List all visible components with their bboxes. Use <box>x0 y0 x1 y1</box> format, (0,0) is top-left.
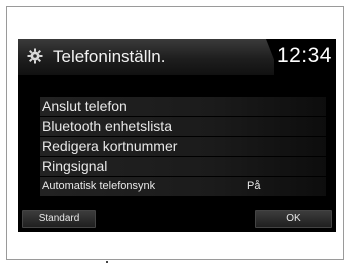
display-screen: Telefoninställn. 12:34 Anslut telefon Bl… <box>18 39 336 232</box>
menu-item-anslut-telefon[interactable]: Anslut telefon <box>40 97 326 116</box>
menu-item-ringsignal[interactable]: Ringsignal <box>40 157 326 176</box>
menu-item-automatisk-telefonsynk[interactable]: Automatisk telefonsynk På <box>40 177 326 196</box>
menu-item-label: Redigera kortnummer <box>42 138 178 154</box>
clock-time: 12:34 <box>276 44 332 67</box>
menu-item-bluetooth-enhetslista[interactable]: Bluetooth enhetslista <box>40 117 326 136</box>
ok-button[interactable]: OK <box>255 210 332 228</box>
cursor-dot <box>106 261 108 263</box>
gear-icon <box>26 48 44 66</box>
page-title: Telefoninställn. <box>53 47 166 66</box>
menu-item-label: Bluetooth enhetslista <box>42 118 172 134</box>
menu-item-label: Ringsignal <box>42 158 108 174</box>
menu-item-label: Anslut telefon <box>42 98 127 114</box>
menu-item-label: Automatisk telefonsynk <box>42 180 156 192</box>
clock-panel: 12:34 <box>274 39 336 75</box>
standard-button[interactable]: Standard <box>22 210 96 228</box>
setting-value: På <box>247 180 261 192</box>
menu-item-redigera-kortnummer[interactable]: Redigera kortnummer <box>40 137 326 156</box>
header-bar: Telefoninställn. 12:34 <box>18 39 336 75</box>
